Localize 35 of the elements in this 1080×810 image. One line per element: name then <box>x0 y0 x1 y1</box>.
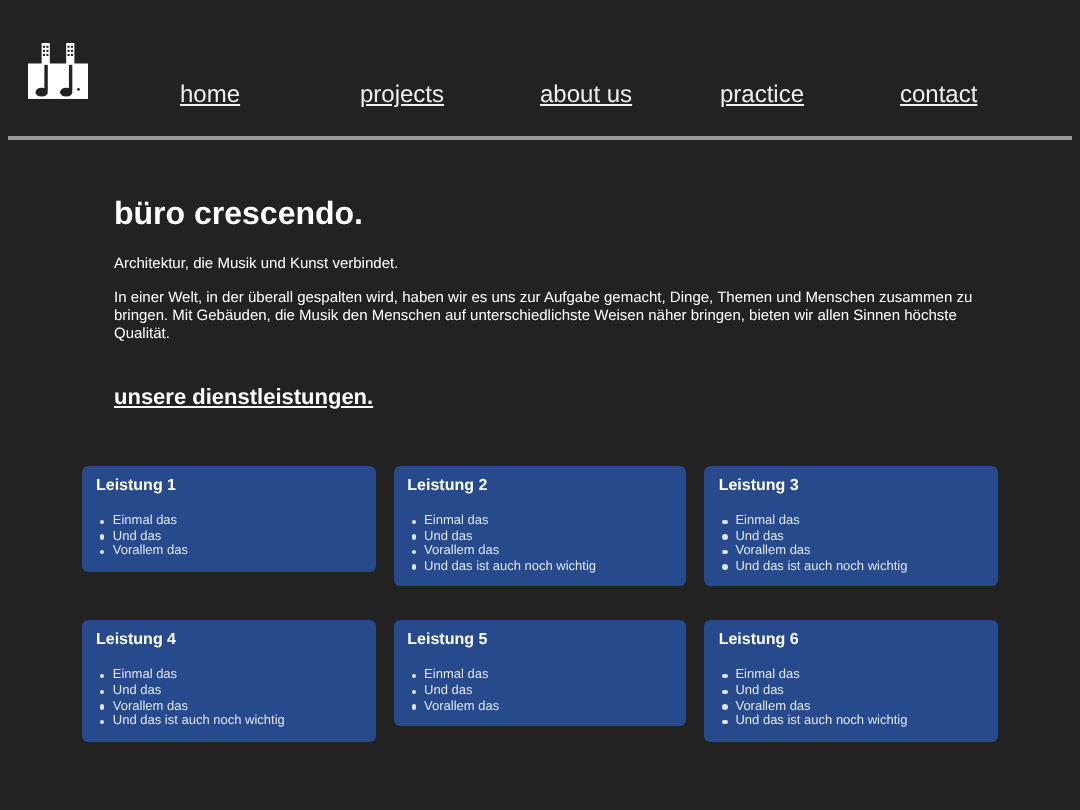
card-title: Leistung 2 <box>407 476 490 496</box>
bullet-icon <box>722 719 728 725</box>
bullet-icon <box>411 564 417 570</box>
card-title: Leistung 4 <box>96 630 179 651</box>
bullet-icon <box>100 689 105 694</box>
bullet-icon <box>722 689 728 694</box>
bullet-icon <box>411 704 417 710</box>
card-title: Leistung 3 <box>718 476 801 496</box>
nav-link[interactable]: practice <box>720 76 805 112</box>
nav-link[interactable]: home <box>180 76 241 112</box>
bullet-icon <box>722 549 728 555</box>
bullet-icon <box>100 534 105 540</box>
bullet-icon <box>411 549 417 555</box>
nav-link[interactable]: contact <box>900 76 978 112</box>
card-title: Leistung 6 <box>718 630 801 651</box>
bullet-icon <box>100 549 105 555</box>
bullet-icon <box>100 704 105 710</box>
bullet-icon <box>100 519 105 524</box>
bullet-icon <box>100 673 105 679</box>
bullet-icon <box>722 519 728 524</box>
card-title: Leistung 1 <box>96 476 179 496</box>
bullet-icon <box>722 704 728 710</box>
page-heading: büro crescendo. <box>114 196 365 236</box>
bullet-icon <box>411 673 417 679</box>
card-title: Leistung 5 <box>407 630 490 651</box>
bullet-icon <box>722 534 728 540</box>
bullet-icon <box>722 673 728 679</box>
nav-link[interactable]: projects <box>360 76 445 112</box>
nav-link[interactable]: about us <box>540 76 633 112</box>
bullet-icon <box>411 534 417 540</box>
bullet-icon <box>411 519 417 524</box>
services-heading: unsere dienstleistungen. <box>114 384 376 412</box>
bullet-icon <box>100 719 105 725</box>
bullet-icon <box>411 689 417 694</box>
bullet-icon <box>722 564 728 570</box>
